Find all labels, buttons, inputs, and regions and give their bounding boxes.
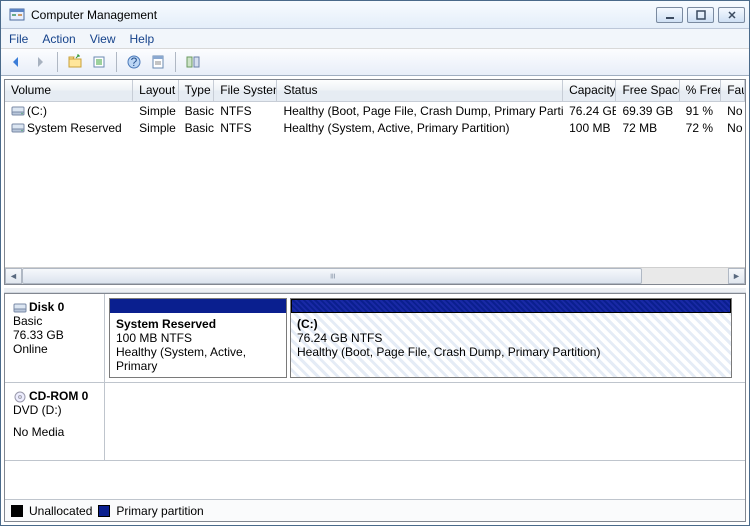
cell-fault: No xyxy=(721,121,745,135)
cell-status: Healthy (Boot, Page File, Crash Dump, Pr… xyxy=(277,104,563,118)
partition-title: (C:) xyxy=(297,317,725,331)
disk-partitions xyxy=(105,383,745,460)
cell-layout: Simple xyxy=(133,104,178,118)
drive-icon xyxy=(11,122,25,134)
col-pfree[interactable]: % Free xyxy=(680,80,722,101)
scroll-thumb[interactable] xyxy=(22,268,642,284)
folder-up-icon[interactable] xyxy=(64,51,86,73)
scroll-left-arrow[interactable]: ◄ xyxy=(5,268,22,284)
disk-state: No Media xyxy=(13,425,96,439)
cell-capacity: 76.24 GB xyxy=(563,104,616,118)
title-bar: Computer Management xyxy=(1,1,749,29)
disk-type: Basic xyxy=(13,314,96,328)
disk-size: 76.33 GB xyxy=(13,328,96,342)
properties-icon[interactable] xyxy=(147,51,169,73)
menu-view[interactable]: View xyxy=(90,32,116,46)
partition-size: 76.24 GB NTFS xyxy=(297,331,382,345)
drive-icon xyxy=(11,105,25,117)
partition-size: 100 MB NTFS xyxy=(116,331,192,345)
menu-file[interactable]: File xyxy=(9,32,28,46)
partition-body: System Reserved100 MB NTFSHealthy (Syste… xyxy=(110,313,286,377)
partition-title: System Reserved xyxy=(116,317,280,331)
partition[interactable]: System Reserved100 MB NTFSHealthy (Syste… xyxy=(109,298,287,378)
disk-row: Disk 0Basic76.33 GBOnlineSystem Reserved… xyxy=(5,294,745,383)
cd-icon xyxy=(13,391,27,403)
disk-row: CD-ROM 0DVD (D:) No Media xyxy=(5,383,745,461)
legend: Unallocated Primary partition xyxy=(5,499,745,521)
col-layout[interactable]: Layout xyxy=(133,80,178,101)
legend-primary: Primary partition xyxy=(116,504,203,518)
app-icon xyxy=(9,7,25,23)
partition-body: (C:)76.24 GB NTFSHealthy (Boot, Page Fil… xyxy=(291,313,731,377)
legend-swatch-unallocated xyxy=(11,505,23,517)
back-button[interactable] xyxy=(5,51,27,73)
options-icon[interactable] xyxy=(182,51,204,73)
cell-fault: No xyxy=(721,104,745,118)
partition-status: Healthy (Boot, Page File, Crash Dump, Pr… xyxy=(297,345,600,359)
volume-list: Volume Layout Type File System Status Ca… xyxy=(4,79,746,285)
disk-type: DVD (D:) xyxy=(13,403,96,417)
disk-state: Online xyxy=(13,342,96,356)
cell-type: Basic xyxy=(179,104,215,118)
content-area: Volume Layout Type File System Status Ca… xyxy=(1,76,749,525)
col-volume[interactable]: Volume xyxy=(5,80,133,101)
menu-bar: File Action View Help xyxy=(1,29,749,49)
cell-type: Basic xyxy=(179,121,215,135)
disk-graphical-view: Disk 0Basic76.33 GBOnlineSystem Reserved… xyxy=(4,293,746,522)
horizontal-scrollbar[interactable]: ◄ ► xyxy=(5,267,745,284)
partition[interactable]: (C:)76.24 GB NTFSHealthy (Boot, Page Fil… xyxy=(290,298,732,378)
scroll-right-arrow[interactable]: ► xyxy=(728,268,745,284)
legend-swatch-primary xyxy=(98,505,110,517)
col-fault[interactable]: Fau xyxy=(721,80,745,101)
forward-button[interactable] xyxy=(29,51,51,73)
column-header-row: Volume Layout Type File System Status Ca… xyxy=(5,80,745,102)
cell-status: Healthy (System, Active, Primary Partiti… xyxy=(277,121,563,135)
disk-name: Disk 0 xyxy=(29,300,64,314)
col-free[interactable]: Free Space xyxy=(616,80,679,101)
cell-free: 69.39 GB xyxy=(616,104,679,118)
col-status[interactable]: Status xyxy=(277,80,563,101)
legend-unallocated: Unallocated xyxy=(29,504,92,518)
partition-stripe xyxy=(291,299,731,313)
cell-pfree: 91 % xyxy=(680,104,722,118)
col-type[interactable]: Type xyxy=(179,80,215,101)
partition-status: Healthy (System, Active, Primary xyxy=(116,345,246,373)
cell-volume: (C:) xyxy=(5,104,133,118)
minimize-button[interactable] xyxy=(656,7,683,23)
cell-fs: NTFS xyxy=(214,121,277,135)
col-capacity[interactable]: Capacity xyxy=(563,80,616,101)
refresh-button[interactable] xyxy=(88,51,110,73)
cell-fs: NTFS xyxy=(214,104,277,118)
col-fs[interactable]: File System xyxy=(214,80,277,101)
maximize-button[interactable] xyxy=(687,7,714,23)
disk-name: CD-ROM 0 xyxy=(29,389,88,403)
volume-row[interactable]: System ReservedSimpleBasicNTFSHealthy (S… xyxy=(5,119,745,136)
disk-partitions: System Reserved100 MB NTFSHealthy (Syste… xyxy=(105,294,745,382)
help-icon[interactable]: ? xyxy=(123,51,145,73)
cell-pfree: 72 % xyxy=(680,121,722,135)
cell-capacity: 100 MB xyxy=(563,121,616,135)
disk-info-panel[interactable]: Disk 0Basic76.33 GBOnline xyxy=(5,294,105,382)
disk-info-panel[interactable]: CD-ROM 0DVD (D:) No Media xyxy=(5,383,105,460)
cell-free: 72 MB xyxy=(616,121,679,135)
cell-layout: Simple xyxy=(133,121,178,135)
menu-help[interactable]: Help xyxy=(130,32,155,46)
svg-text:?: ? xyxy=(131,55,138,69)
disk-icon xyxy=(13,302,27,314)
volume-row[interactable]: (C:)SimpleBasicNTFSHealthy (Boot, Page F… xyxy=(5,102,745,119)
toolbar: ? xyxy=(1,49,749,76)
window-title: Computer Management xyxy=(31,8,656,22)
cell-volume: System Reserved xyxy=(5,121,133,135)
close-button[interactable] xyxy=(718,7,745,23)
menu-action[interactable]: Action xyxy=(42,32,75,46)
partition-stripe xyxy=(110,299,286,313)
